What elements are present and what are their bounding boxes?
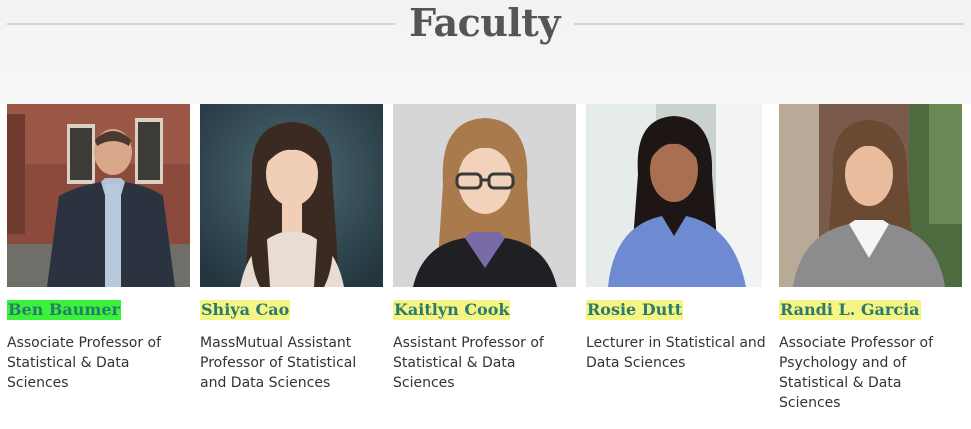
faculty-name[interactable]: Rosie Dutt: [586, 300, 684, 320]
faculty-photo[interactable]: [200, 104, 383, 287]
faculty-name[interactable]: Randi L. Garcia: [779, 300, 921, 320]
faculty-title: Lecturer in Statistical and Data Science…: [586, 335, 766, 371]
faculty-title: MassMutual Assistant Professor of Statis…: [200, 335, 357, 391]
faculty-title: Associate Professor of Psychology and of…: [779, 335, 934, 411]
faculty-card-kaitlyn-cook[interactable]: Kaitlyn Cook Assistant Professor of Stat…: [393, 104, 576, 391]
faculty-name[interactable]: Ben Baumer: [7, 300, 121, 320]
faculty-name[interactable]: Shiya Cao: [200, 300, 291, 320]
faculty-card-rosie-dutt[interactable]: Rosie Dutt Lecturer in Statistical and D…: [586, 104, 769, 371]
faculty-title: Associate Professor of Statistical & Dat…: [7, 335, 162, 391]
faculty-card-randi-garcia[interactable]: Randi L. Garcia Associate Professor of P…: [779, 104, 962, 411]
faculty-photo[interactable]: [779, 104, 962, 287]
faculty-card-ben-baumer[interactable]: Ben Baumer Associate Professor of Statis…: [7, 104, 190, 391]
faculty-title: Assistant Professor of Statistical & Dat…: [393, 335, 544, 391]
faculty-name[interactable]: Kaitlyn Cook: [393, 300, 511, 320]
faculty-card-shiya-cao[interactable]: Shiya Cao MassMutual Assistant Professor…: [200, 104, 383, 391]
faculty-photo[interactable]: [393, 104, 576, 287]
faculty-photo[interactable]: [586, 104, 769, 287]
divider-left: [7, 23, 395, 25]
faculty-photo[interactable]: [7, 104, 190, 287]
divider-right: [574, 23, 964, 25]
section-title: Faculty: [409, 0, 560, 45]
